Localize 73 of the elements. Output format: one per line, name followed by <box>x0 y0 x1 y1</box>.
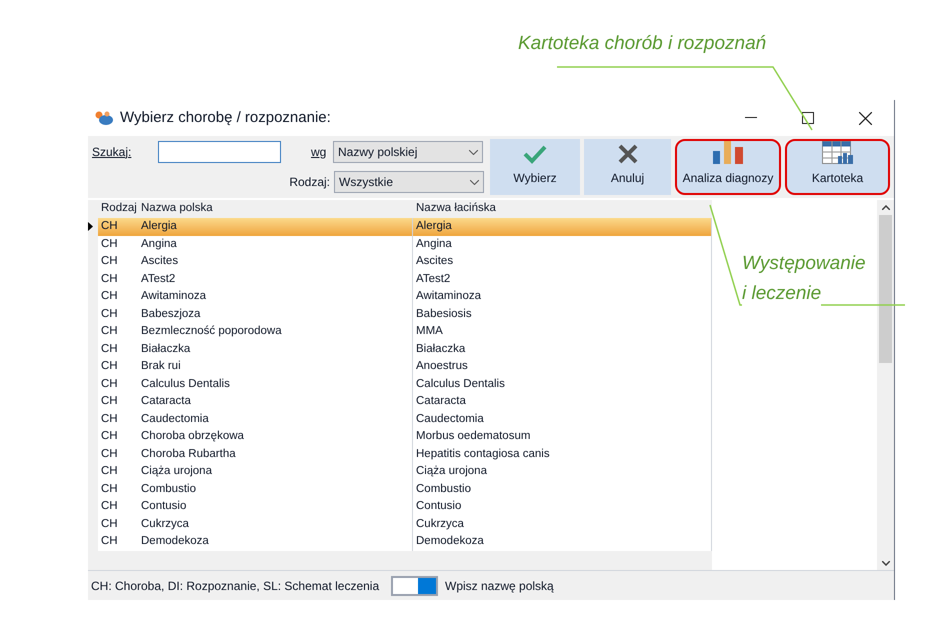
scroll-thumb[interactable] <box>879 215 892 363</box>
table-row[interactable]: CH Choroba Rubartha Hepatitis contagiosa canis <box>98 446 712 463</box>
app-icon <box>94 110 114 126</box>
search-label: Szukaj: <box>92 144 132 161</box>
table-row[interactable]: CH Alergia Alergia <box>98 218 712 236</box>
column-header[interactable]: Nazwa polska <box>138 200 413 218</box>
table-cell-text: CH <box>100 272 119 287</box>
kind-label: Rodzaj: <box>289 174 330 191</box>
table-cell-text: CH <box>100 306 119 322</box>
table-row[interactable]: CH Białaczka Białaczka <box>98 340 712 358</box>
scrollbar[interactable] <box>877 200 894 570</box>
table-cell-text: CH <box>100 482 119 497</box>
table-cell: Demodekoza <box>138 533 413 550</box>
minimize-icon[interactable] <box>745 117 757 119</box>
table-cell-text: CH <box>100 376 119 392</box>
toolbar-button[interactable]: Wybierz <box>490 139 580 195</box>
scroll-up-icon[interactable] <box>882 205 890 210</box>
table-cell-text: CH <box>100 446 119 462</box>
table-icon <box>822 141 854 164</box>
close-icon[interactable] <box>859 112 872 124</box>
caret-icon <box>470 180 479 184</box>
table-row[interactable]: CH Combustio Combustio <box>98 480 712 498</box>
table-row[interactable]: CH Calculus Dentalis Calculus Dentalis <box>98 376 712 393</box>
table-cell-text: CH <box>100 394 119 410</box>
toolbar-button[interactable]: Analiza diagnozy <box>675 139 781 195</box>
table-row[interactable]: CH Choroba obrzękowa Morbus oedematosum <box>98 428 712 446</box>
column-header[interactable]: Nazwa łacińska <box>413 200 712 218</box>
table-cell-text: CH <box>100 412 119 427</box>
table-cell-text: CH <box>100 324 119 340</box>
toggle-switch[interactable] <box>391 576 438 596</box>
maximize-icon[interactable] <box>802 112 814 124</box>
table-cell-text: CH <box>100 534 119 550</box>
row-pointer-icon <box>88 222 93 232</box>
table-cell-text: CH <box>100 429 119 444</box>
legend-text: CH: Choroba, DI: Rozpoznanie, SL: Schemat leczenia <box>91 578 380 594</box>
table-row[interactable]: CH ATest2 ATest2 <box>98 270 712 288</box>
toolbar-button[interactable]: Anuluj <box>584 139 671 195</box>
table-cell-text: CH <box>100 254 119 270</box>
table-cell-text: CH <box>100 499 119 514</box>
table-row[interactable]: CH Cukrzyca Cukrzyca <box>98 516 712 533</box>
annotation-text: Kartoteka chorób i rozpoznań <box>518 32 766 56</box>
table-row[interactable]: CH Caudectomia Caudectomia <box>98 410 712 428</box>
column-header[interactable]: Rodzaj <box>98 200 138 218</box>
scroll-down-icon[interactable] <box>882 561 890 566</box>
table-cell-text: CH <box>100 342 119 357</box>
table-cell-text: CH <box>100 236 119 252</box>
sort-label: wg <box>311 144 328 161</box>
toggle-label: Wpisz nazwę polską <box>445 578 554 594</box>
toggle-knob <box>418 578 436 594</box>
table-cell-text: CH <box>100 359 119 374</box>
table-row[interactable]: CH Ciąża urojona Ciąża urojona <box>98 463 712 480</box>
table-row[interactable]: CH Cataracta Cataracta <box>98 393 712 410</box>
table-row[interactable]: CH Demodekoza Demodekoza <box>98 533 712 550</box>
table-cell-text: CH <box>100 464 119 480</box>
window-title: Wybierz chorobę / rozpoznanie: <box>120 108 331 128</box>
search-field[interactable] <box>158 141 281 163</box>
bar-chart-icon <box>713 141 743 164</box>
sort-dropdown[interactable]: Nazwy polskiej <box>333 141 483 163</box>
table-cell-text: CH <box>100 219 119 234</box>
table-cell-text: CH <box>100 516 119 532</box>
table-row[interactable]: CH Contusio Contusio <box>98 498 712 516</box>
table-row[interactable]: CH Babeszjoza Babesiosis <box>98 306 712 323</box>
kind-dropdown[interactable]: Wszystkie <box>334 171 484 193</box>
toolbar-button[interactable]: Kartoteka <box>785 139 890 195</box>
table-row[interactable]: CH Angina Angina <box>98 236 712 253</box>
close-icon <box>618 144 638 164</box>
caret-icon <box>469 150 478 154</box>
table-row[interactable]: CH Awitaminoza Awitaminoza <box>98 288 712 306</box>
table-cell-text: CH <box>100 289 119 304</box>
check-icon <box>523 144 547 164</box>
table-row[interactable]: CH Bezmleczność poporodowa MMA <box>98 323 712 340</box>
table-row[interactable]: CH Brak rui Anoestrus <box>98 358 712 376</box>
table-row[interactable]: CH Ascites Ascites <box>98 253 712 270</box>
